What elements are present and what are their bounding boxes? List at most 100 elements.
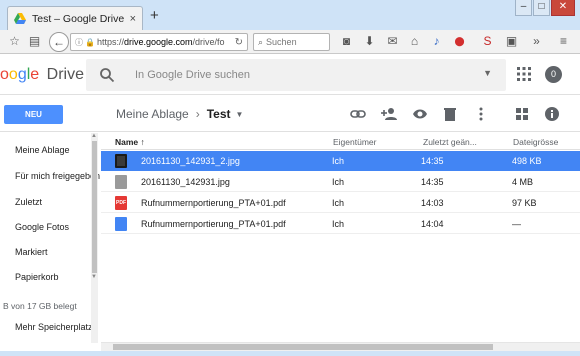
- adblock-icon[interactable]: ⬤: [451, 33, 468, 50]
- file-modified: 14:35: [421, 177, 444, 187]
- sidebar-item-photos[interactable]: Google Fotos: [15, 222, 69, 232]
- file-size: 498 KB: [512, 156, 542, 166]
- url-prefix: https://: [96, 37, 124, 47]
- drive-search-input[interactable]: In Google Drive suchen ▼: [86, 59, 506, 91]
- maximize-button[interactable]: □: [533, 0, 550, 16]
- more-icon[interactable]: [473, 106, 489, 122]
- google-drive-logo[interactable]: oogle Drive: [0, 66, 84, 84]
- notifications-icon[interactable]: 0: [545, 66, 562, 83]
- browser-search-input[interactable]: ⌕ Suchen: [253, 33, 330, 51]
- reload-icon[interactable]: ↻: [235, 37, 243, 48]
- new-button[interactable]: NEU: [4, 105, 63, 124]
- file-size: 97 KB: [512, 198, 537, 208]
- close-window-button[interactable]: ✕: [551, 0, 575, 16]
- url-path: /drive/fo: [192, 37, 225, 47]
- scroll-down-icon[interactable]: ▼: [91, 274, 97, 280]
- file-list-header: Name ↑ Eigentümer Zuletzt geän... Dateig…: [101, 133, 580, 150]
- tab-close-icon[interactable]: ×: [130, 13, 136, 25]
- minimize-button[interactable]: –: [515, 0, 532, 16]
- sidebar-item-shared[interactable]: Für mich freigegeben: [15, 171, 100, 181]
- file-owner: Ich: [332, 198, 345, 208]
- storage-usage: B von 17 GB belegt: [3, 301, 77, 311]
- file-modified: 14:35: [421, 156, 444, 166]
- pdf-file-icon: PDF: [115, 196, 127, 210]
- home-icon[interactable]: ⌂: [406, 33, 423, 50]
- overflow-icon[interactable]: »: [528, 33, 545, 50]
- menu-icon[interactable]: ≡: [555, 33, 572, 50]
- breadcrumb-current[interactable]: Test: [207, 107, 231, 121]
- preview-icon[interactable]: [412, 106, 428, 122]
- file-row[interactable]: PDF Rufnummernportierung_PTA+01.pdf Ich …: [101, 193, 580, 213]
- browser-tab[interactable]: Test – Google Drive ×: [7, 6, 143, 30]
- download-icon[interactable]: ⬇: [361, 33, 378, 50]
- url-host: drive.google.com: [123, 37, 193, 47]
- sidebar-scrollbar[interactable]: ▲ ▼: [91, 133, 98, 343]
- file-owner: Ich: [332, 219, 345, 229]
- sidebar-item-my-drive[interactable]: Meine Ablage: [15, 145, 70, 155]
- horizontal-scroll-thumb[interactable]: [113, 344, 493, 350]
- breadcrumb-root[interactable]: Meine Ablage: [116, 107, 189, 121]
- browser-titlebar: Test – Google Drive × + – □ ✕: [0, 0, 580, 30]
- browser-bottom-frame: [0, 351, 580, 356]
- image-file-icon: [115, 175, 127, 189]
- sidebar-item-recent[interactable]: Zuletzt: [15, 197, 42, 207]
- lock-icon: 🔒: [85, 37, 95, 47]
- file-list: Name ↑ Eigentümer Zuletzt geän... Dateig…: [101, 133, 580, 333]
- column-owner[interactable]: Eigentümer: [333, 137, 376, 147]
- drive-header: oogle Drive In Google Drive suchen ▼ 0: [0, 55, 580, 95]
- drive-favicon-icon: [14, 13, 26, 24]
- image-file-icon: [115, 154, 127, 168]
- drive-search-placeholder: In Google Drive suchen: [135, 69, 250, 81]
- column-size[interactable]: Dateigrösse: [513, 137, 558, 147]
- back-button[interactable]: ←: [49, 32, 69, 52]
- bookmark-star-icon[interactable]: ☆: [6, 33, 23, 50]
- tab-title: Test – Google Drive: [32, 12, 125, 25]
- column-modified[interactable]: Zuletzt geän...: [423, 137, 477, 147]
- chevron-down-icon[interactable]: ▼: [236, 110, 244, 119]
- extension-icon[interactable]: ♪: [428, 33, 445, 50]
- search-icon: ⌕: [258, 36, 264, 47]
- file-row[interactable]: Rufnummernportierung_PTA+01.pdf Ich 14:0…: [101, 214, 580, 234]
- file-row[interactable]: 20161130_142931.jpg Ich 14:35 4 MB: [101, 172, 580, 192]
- sidebar-scroll-thumb[interactable]: [92, 141, 97, 273]
- screenshot-icon[interactable]: ▣: [503, 33, 520, 50]
- file-size: 4 MB: [512, 177, 534, 187]
- search-options-icon[interactable]: ▼: [483, 68, 492, 78]
- trash-icon[interactable]: [442, 106, 458, 122]
- add-person-icon[interactable]: [381, 106, 397, 122]
- scroll-up-icon[interactable]: ▲: [91, 133, 97, 139]
- details-icon[interactable]: [544, 106, 560, 122]
- logo-product: Drive: [46, 66, 84, 83]
- back-icon: ←: [53, 35, 65, 49]
- file-row[interactable]: 20161130_142931_2.jpg Ich 14:35 498 KB: [101, 151, 580, 171]
- reading-list-icon[interactable]: ▤: [26, 33, 43, 50]
- info-icon: ⓘ: [75, 37, 83, 47]
- browser-search-placeholder: Suchen: [266, 37, 297, 47]
- mail-icon[interactable]: ✉: [384, 33, 401, 50]
- browser-navbar: ☆ ▤ ← ⓘ 🔒 https:// drive.google.com /dri…: [0, 30, 580, 54]
- file-size: —: [512, 219, 521, 229]
- breadcrumb: Meine Ablage › Test ▼: [116, 107, 243, 121]
- file-name: Rufnummernportierung_PTA+01.pdf: [141, 219, 286, 229]
- file-name: 20161130_142931_2.jpg: [141, 156, 240, 166]
- shield-icon[interactable]: S: [479, 33, 496, 50]
- more-storage-link[interactable]: Mehr Speicherplatz: [15, 322, 93, 332]
- sidebar-item-starred[interactable]: Markiert: [15, 247, 48, 257]
- search-icon: [100, 68, 115, 83]
- pocket-icon[interactable]: ◙: [338, 33, 355, 50]
- file-name: Rufnummernportierung_PTA+01.pdf: [141, 198, 286, 208]
- apps-grid-icon[interactable]: [517, 67, 531, 81]
- sidebar: Meine Ablage Für mich freigegeben Zuletz…: [0, 133, 100, 343]
- breadcrumb-separator: ›: [195, 107, 200, 121]
- file-modified: 14:04: [421, 219, 444, 229]
- url-bar[interactable]: ⓘ 🔒 https:// drive.google.com /drive/fo …: [70, 33, 248, 51]
- new-tab-button[interactable]: +: [150, 8, 159, 23]
- document-file-icon: [115, 217, 127, 231]
- horizontal-scrollbar[interactable]: [101, 342, 580, 351]
- grid-view-icon[interactable]: [514, 106, 530, 122]
- sidebar-item-trash[interactable]: Papierkorb: [15, 272, 59, 282]
- link-icon[interactable]: [350, 106, 366, 122]
- drive-toolbar: NEU Meine Ablage › Test ▼: [0, 96, 580, 132]
- column-name[interactable]: Name ↑: [115, 137, 145, 147]
- file-owner: Ich: [332, 177, 345, 187]
